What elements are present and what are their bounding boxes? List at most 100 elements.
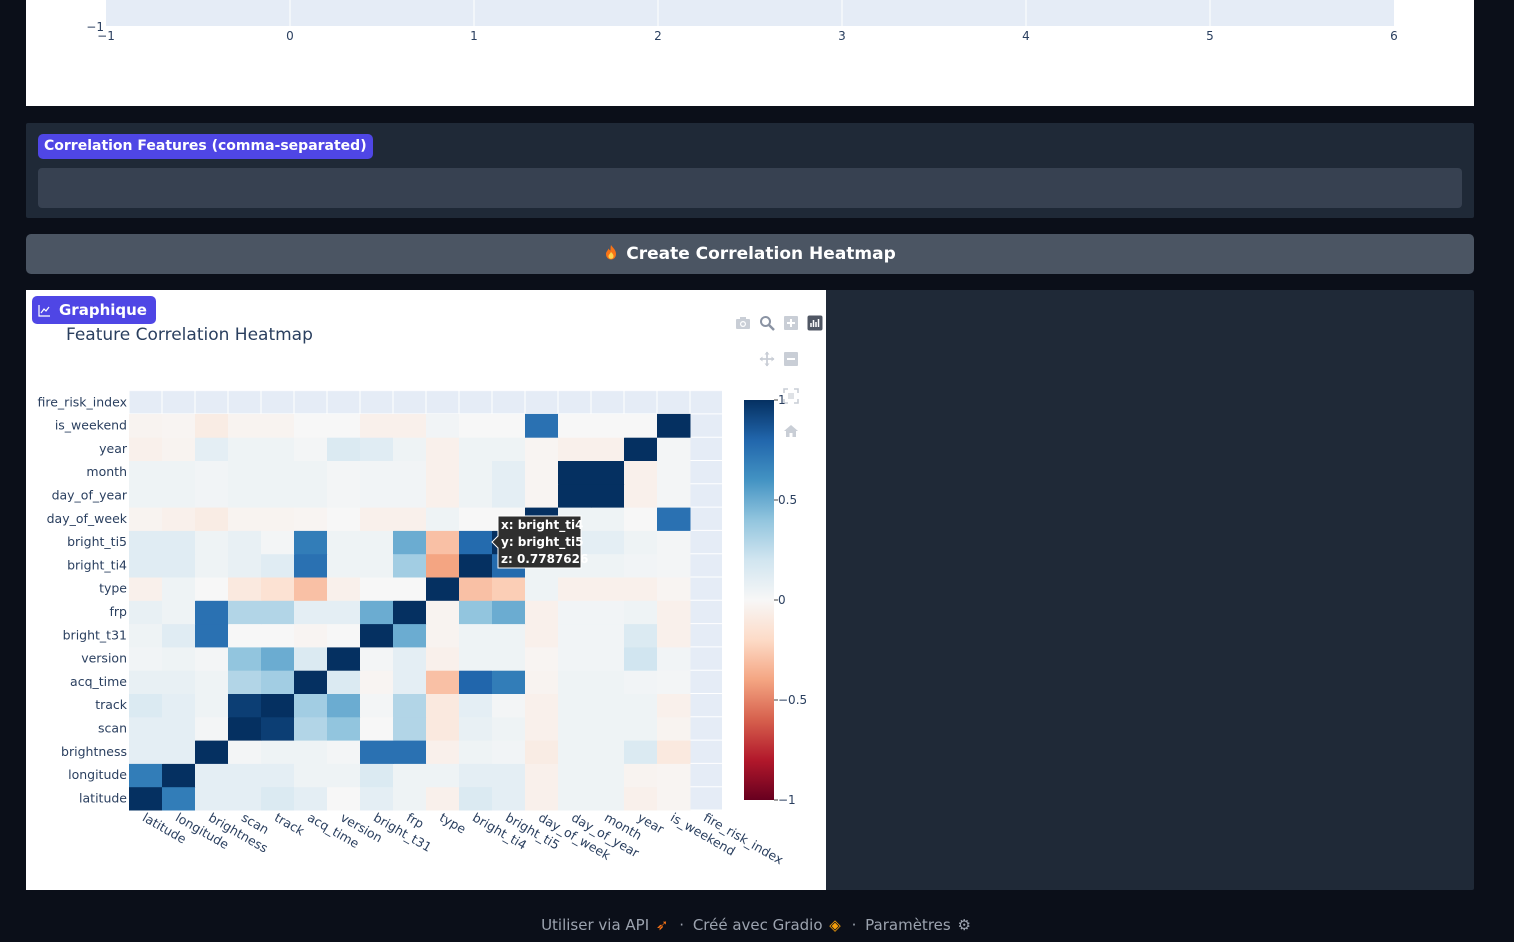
heatmap-cell[interactable]: year / type <box>624 577 658 601</box>
heatmap-cell[interactable]: track / frp <box>261 600 295 625</box>
heatmap-cell[interactable]: is_weekend / scan <box>657 716 691 741</box>
heatmap-cell[interactable]: bright_ti4 / bright_ti4 <box>459 553 493 578</box>
heatmap-cell[interactable]: frp / acq_time <box>393 670 427 694</box>
heatmap-cell[interactable]: acq_time / bright_ti5 <box>294 530 328 555</box>
heatmap-cell[interactable]: day_of_week / month <box>525 460 559 485</box>
heatmap-cell[interactable]: month / day_of_week <box>591 507 625 531</box>
heatmap-cell[interactable]: year / track <box>624 693 658 718</box>
heatmap-cell[interactable]: bright_t31 / is_weekend <box>360 413 394 438</box>
heatmap-cell[interactable]: bright_t31 / version <box>360 646 394 671</box>
heatmap-cell[interactable]: day_of_week / frp <box>525 600 559 625</box>
heatmap-cell[interactable]: scan / track <box>228 693 262 718</box>
heatmap-cell[interactable]: month / longitude <box>591 763 625 788</box>
heatmap-cell[interactable]: track / latitude <box>261 786 295 811</box>
heatmap-cell[interactable]: latitude / bright_t31 <box>129 623 163 648</box>
heatmap-cell[interactable]: version / year <box>327 437 361 461</box>
heatmap-cell[interactable]: day_of_week / version <box>525 646 559 671</box>
heatmap-cell[interactable]: bright_ti4 / version <box>459 646 493 671</box>
heatmap-cell[interactable]: type / latitude <box>426 786 460 811</box>
heatmap-cell[interactable]: longitude / bright_ti5 <box>162 530 196 555</box>
heatmap-cell[interactable]: version / frp <box>327 600 361 625</box>
heatmap-cell[interactable]: latitude / acq_time <box>129 670 163 694</box>
heatmap-cell[interactable]: acq_time / year <box>294 437 328 461</box>
heatmap-cell[interactable]: bright_ti5 / track <box>492 693 526 718</box>
heatmap-cell[interactable]: day_of_year / bright_t31 <box>558 623 592 648</box>
heatmap-cell[interactable]: longitude / scan <box>162 716 196 741</box>
heatmap-cell[interactable]: type / bright_ti5 <box>426 530 460 555</box>
heatmap-cell[interactable]: version / day_of_year <box>327 483 361 508</box>
heatmap-cell[interactable]: bright_t31 / bright_ti5 <box>360 530 394 555</box>
heatmap-cell[interactable]: bright_ti4 / day_of_week <box>459 507 493 531</box>
heatmap-cell[interactable]: version / version <box>327 646 361 671</box>
heatmap-cell[interactable]: type / year <box>426 437 460 461</box>
heatmap-cell[interactable]: acq_time / type <box>294 577 328 601</box>
heatmap-cell[interactable]: version / track <box>327 693 361 718</box>
heatmap-cell[interactable]: day_of_year / acq_time <box>558 670 592 694</box>
heatmap-cell[interactable]: type / brightness <box>426 740 460 764</box>
heatmap-cell[interactable]: version / brightness <box>327 740 361 764</box>
heatmap-cell[interactable]: day_of_year / month <box>558 460 592 485</box>
heatmap-cell[interactable]: scan / bright_ti5 <box>228 530 262 555</box>
heatmap-cell[interactable]: scan / brightness <box>228 740 262 764</box>
heatmap-cell[interactable]: bright_t31 / day_of_week <box>360 507 394 531</box>
heatmap-cell[interactable]: brightness / scan <box>195 716 229 741</box>
heatmap-cell[interactable]: frp / is_weekend <box>393 413 427 438</box>
heatmap-cell[interactable]: version / bright_t31 <box>327 623 361 648</box>
heatmap-cell[interactable]: bright_ti5 / acq_time <box>492 670 526 694</box>
heatmap-cell[interactable]: version / month <box>327 460 361 485</box>
heatmap-cell[interactable]: type / type <box>426 577 460 601</box>
heatmap-cell[interactable]: bright_t31 / brightness <box>360 740 394 764</box>
heatmap-cell[interactable]: day_of_year / year <box>558 437 592 461</box>
heatmap-cell[interactable]: latitude / bright_ti4 <box>129 553 163 578</box>
heatmap-cell[interactable]: brightness / version <box>195 646 229 671</box>
heatmap-cell[interactable]: bright_ti5 / month <box>492 460 526 485</box>
heatmap-cell[interactable]: year / bright_ti5 <box>624 530 658 555</box>
heatmap-cell[interactable]: version / bright_ti4 <box>327 553 361 578</box>
heatmap-cell[interactable]: brightness / latitude <box>195 786 229 811</box>
heatmap-cell[interactable]: bright_ti4 / frp <box>459 600 493 625</box>
heatmap-cell[interactable]: year / version <box>624 646 658 671</box>
heatmap-cell[interactable]: latitude / month <box>129 460 163 485</box>
heatmap-cell[interactable]: frp / track <box>393 693 427 718</box>
heatmap-cell[interactable]: version / day_of_week <box>327 507 361 531</box>
heatmap-cell[interactable]: bright_ti5 / bright_t31 <box>492 623 526 648</box>
heatmap-cell[interactable]: track / bright_t31 <box>261 623 295 648</box>
heatmap-cell[interactable]: acq_time / longitude <box>294 763 328 788</box>
heatmap-cell[interactable]: type / bright_t31 <box>426 623 460 648</box>
heatmap-cell[interactable]: is_weekend / latitude <box>657 786 691 811</box>
heatmap-cell[interactable]: year / acq_time <box>624 670 658 694</box>
heatmap-cell[interactable]: month / latitude <box>591 786 625 811</box>
heatmap-cell[interactable]: bright_ti4 / day_of_year <box>459 483 493 508</box>
heatmap-cell[interactable]: longitude / frp <box>162 600 196 625</box>
heatmap-cell[interactable]: longitude / year <box>162 437 196 461</box>
heatmap-cell[interactable]: bright_t31 / bright_ti4 <box>360 553 394 578</box>
heatmap-cell[interactable]: frp / day_of_year <box>393 483 427 508</box>
heatmap-cell[interactable]: scan / month <box>228 460 262 485</box>
heatmap-cell[interactable]: day_of_week / bright_t31 <box>525 623 559 648</box>
heatmap-cell[interactable]: bright_t31 / scan <box>360 716 394 741</box>
heatmap-cell[interactable]: longitude / is_weekend <box>162 413 196 438</box>
heatmap-cell[interactable]: track / type <box>261 577 295 601</box>
heatmap-cell[interactable]: bright_ti4 / type <box>459 577 493 601</box>
heatmap-cell[interactable]: latitude / is_weekend <box>129 413 163 438</box>
heatmap-cell[interactable]: track / year <box>261 437 295 461</box>
heatmap-cell[interactable]: acq_time / bright_t31 <box>294 623 328 648</box>
built-with-gradio-link[interactable]: Créé avec Gradio ◈ <box>693 916 843 934</box>
heatmap-cell[interactable]: bright_ti5 / frp <box>492 600 526 625</box>
heatmap-cell[interactable]: longitude / latitude <box>162 786 196 811</box>
heatmap-cell[interactable]: bright_ti4 / brightness <box>459 740 493 764</box>
heatmap-cell[interactable]: scan / acq_time <box>228 670 262 694</box>
heatmap-cell[interactable]: bright_ti5 / latitude <box>492 786 526 811</box>
heatmap-cell[interactable]: scan / type <box>228 577 262 601</box>
heatmap-cell[interactable]: brightness / is_weekend <box>195 413 229 438</box>
heatmap-cell[interactable]: bright_ti4 / bright_ti5 <box>459 530 493 555</box>
heatmap-cell[interactable]: month / bright_t31 <box>591 623 625 648</box>
heatmap-cell[interactable]: is_weekend / day_of_year <box>657 483 691 508</box>
heatmap-cell[interactable]: brightness / day_of_week <box>195 507 229 531</box>
heatmap-cell[interactable]: bright_ti5 / day_of_year <box>492 483 526 508</box>
heatmap-cell[interactable]: type / day_of_year <box>426 483 460 508</box>
heatmap-cell[interactable]: month / type <box>591 577 625 601</box>
heatmap-cell[interactable]: month / acq_time <box>591 670 625 694</box>
heatmap-cell[interactable]: brightness / bright_t31 <box>195 623 229 648</box>
heatmap-cell[interactable]: version / bright_ti5 <box>327 530 361 555</box>
